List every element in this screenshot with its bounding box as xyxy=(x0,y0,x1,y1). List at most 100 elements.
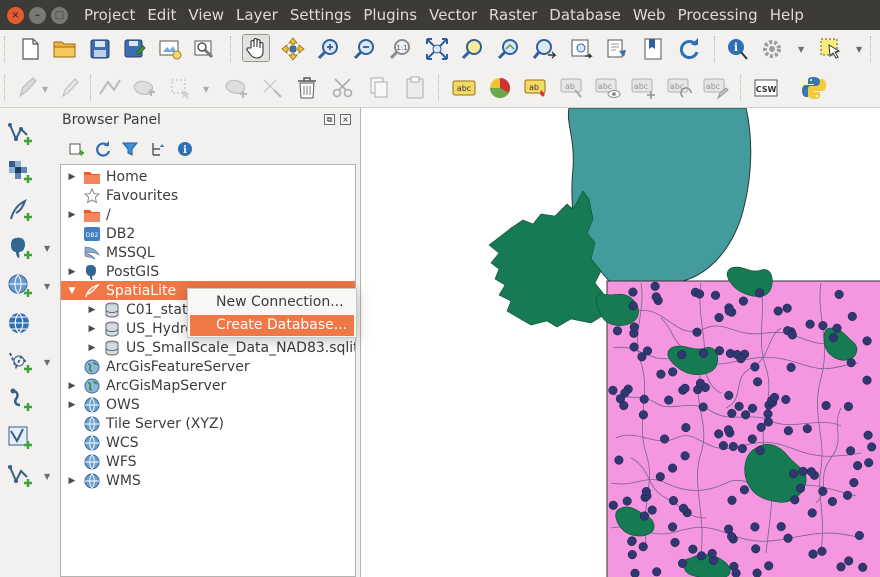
zoom-full-icon[interactable] xyxy=(423,35,451,63)
select-features-icon[interactable] xyxy=(817,35,845,63)
menu-help[interactable]: Help xyxy=(764,0,810,30)
expand-arrow-icon[interactable]: ▶ xyxy=(87,343,97,353)
refresh-icon[interactable] xyxy=(94,140,112,158)
save-project-icon[interactable] xyxy=(86,35,114,63)
menu-edit[interactable]: Edit xyxy=(141,0,182,30)
filter-icon[interactable] xyxy=(121,140,139,158)
tree-item-tile-server[interactable]: Tile Server (XYZ) xyxy=(61,414,355,433)
bookmarks-icon[interactable] xyxy=(639,35,667,63)
zoom-native-resolution-icon[interactable]: 1:1 xyxy=(387,35,415,63)
dropdown-arrow-icon[interactable]: ▼ xyxy=(44,244,50,253)
tree-item-favourites[interactable]: Favourites xyxy=(61,186,355,205)
collapse-arrow-icon[interactable]: ▼ xyxy=(67,286,77,296)
pin-labels-icon[interactable]: ab xyxy=(558,74,586,102)
tree-item-postgis[interactable]: ▶ PostGIS xyxy=(61,262,355,281)
zoom-in-icon[interactable] xyxy=(315,35,343,63)
python-console-icon[interactable] xyxy=(800,74,828,102)
pan-to-selection-icon[interactable] xyxy=(279,35,307,63)
expand-arrow-icon[interactable]: ▶ xyxy=(67,210,77,220)
pan-map-icon[interactable] xyxy=(242,34,270,62)
rotate-label-icon[interactable]: abc xyxy=(666,74,694,102)
tree-item-home[interactable]: ▶ Home xyxy=(61,167,355,186)
toggle-editing-icon[interactable] xyxy=(56,74,84,102)
collapse-all-icon[interactable] xyxy=(148,140,166,158)
delete-selected-icon[interactable] xyxy=(293,74,321,102)
menu-plugins[interactable]: Plugins xyxy=(357,0,423,30)
tree-item-mssql[interactable]: MSSQL xyxy=(61,243,355,262)
properties-info-icon[interactable]: i xyxy=(176,140,194,158)
add-mesh-layer-icon[interactable] xyxy=(6,386,34,414)
menu-web[interactable]: Web xyxy=(627,0,672,30)
zoom-to-selection-icon[interactable] xyxy=(459,35,487,63)
expand-arrow-icon[interactable]: ▶ xyxy=(67,476,77,486)
cut-features-icon[interactable] xyxy=(329,74,357,102)
panel-close-button[interactable]: × xyxy=(340,114,351,125)
zoom-last-icon[interactable] xyxy=(531,35,559,63)
menu-processing[interactable]: Processing xyxy=(672,0,764,30)
panel-float-button[interactable]: ⧉ xyxy=(324,114,335,125)
change-label-icon[interactable]: abc xyxy=(702,74,730,102)
add-raster-layer-icon[interactable] xyxy=(6,158,34,186)
add-polygon-feature-icon[interactable] xyxy=(130,74,158,102)
add-wcs-layer-icon[interactable] xyxy=(6,424,34,452)
vertex-tool-icon[interactable] xyxy=(166,74,194,102)
add-virtual-layer-icon[interactable] xyxy=(6,348,34,376)
metasearch-icon[interactable]: CSW xyxy=(752,74,780,102)
new-project-icon[interactable] xyxy=(16,35,44,63)
add-delimited-text-layer-icon[interactable] xyxy=(6,196,34,224)
layer-diagram-options-icon[interactable] xyxy=(486,74,514,102)
add-spatialite-layer-icon[interactable] xyxy=(6,272,34,300)
add-line-feature-icon[interactable] xyxy=(96,74,124,102)
dropdown-arrow-icon[interactable]: ▼ xyxy=(44,358,50,367)
menu-item-new-connection[interactable]: New Connection... xyxy=(190,292,354,313)
dropdown-arrow-icon[interactable]: ▼ xyxy=(44,282,50,291)
layer-labeling-options-icon[interactable]: abc xyxy=(450,74,478,102)
new-map-view-icon[interactable] xyxy=(603,35,631,63)
tree-item-ows[interactable]: ▶ OWS xyxy=(61,395,355,414)
add-selected-layers-icon[interactable] xyxy=(68,140,86,158)
run-feature-action-icon[interactable] xyxy=(758,35,786,63)
tree-item-wms[interactable]: ▶ WMS xyxy=(61,471,355,490)
expand-arrow-icon[interactable]: ▶ xyxy=(67,172,77,182)
refresh-icon[interactable] xyxy=(675,35,703,63)
dropdown-arrow-icon[interactable]: ▼ xyxy=(42,85,48,94)
show-hide-labels-icon[interactable]: abc xyxy=(594,74,622,102)
menu-view[interactable]: View xyxy=(182,0,230,30)
tree-item-root[interactable]: ▶ / xyxy=(61,205,355,224)
dropdown-arrow-icon[interactable]: ▼ xyxy=(856,45,862,54)
expand-arrow-icon[interactable]: ▶ xyxy=(87,305,97,315)
add-vector-layer-icon[interactable] xyxy=(6,120,34,148)
zoom-out-icon[interactable] xyxy=(351,35,379,63)
new-shapefile-layer-icon[interactable] xyxy=(6,462,34,490)
dropdown-arrow-icon[interactable]: ▼ xyxy=(798,45,804,54)
new-print-layout-icon[interactable] xyxy=(156,35,184,63)
zoom-to-layer-icon[interactable] xyxy=(495,35,523,63)
menu-settings[interactable]: Settings xyxy=(284,0,358,30)
menu-vector[interactable]: Vector xyxy=(423,0,483,30)
delete-part-icon[interactable] xyxy=(258,74,286,102)
tree-item-wfs[interactable]: WFS xyxy=(61,452,355,471)
map-canvas[interactable] xyxy=(360,108,880,577)
paste-features-icon[interactable] xyxy=(401,74,429,102)
current-edits-icon[interactable] xyxy=(14,74,42,102)
add-wms-layer-icon[interactable] xyxy=(6,310,34,338)
tree-item-us-smallscale[interactable]: ▶ US_SmallScale_Data_NAD83.sqlit xyxy=(61,338,355,357)
identify-features-icon[interactable]: i xyxy=(724,35,752,63)
tree-item-db2[interactable]: DB2 DB2 xyxy=(61,224,355,243)
tree-item-arcgis-feature-server[interactable]: ArcGisFeatureServer xyxy=(61,357,355,376)
menu-item-create-database[interactable]: Create Database... xyxy=(190,315,354,336)
expand-arrow-icon[interactable]: ▶ xyxy=(67,381,77,391)
move-label-icon[interactable]: abc xyxy=(630,74,658,102)
save-as-icon[interactable] xyxy=(121,35,149,63)
copy-features-icon[interactable] xyxy=(365,74,393,102)
dropdown-arrow-icon[interactable]: ▼ xyxy=(44,472,50,481)
window-maximize-button[interactable]: □ xyxy=(51,6,68,24)
menu-layer[interactable]: Layer xyxy=(230,0,284,30)
highlight-pinned-labels-icon[interactable]: ab xyxy=(522,74,550,102)
menu-project[interactable]: Project xyxy=(78,0,141,30)
expand-arrow-icon[interactable]: ▶ xyxy=(67,400,77,410)
open-project-icon[interactable] xyxy=(51,35,79,63)
tree-item-wcs[interactable]: WCS xyxy=(61,433,355,452)
add-ring-icon[interactable] xyxy=(222,74,250,102)
menu-raster[interactable]: Raster xyxy=(483,0,543,30)
